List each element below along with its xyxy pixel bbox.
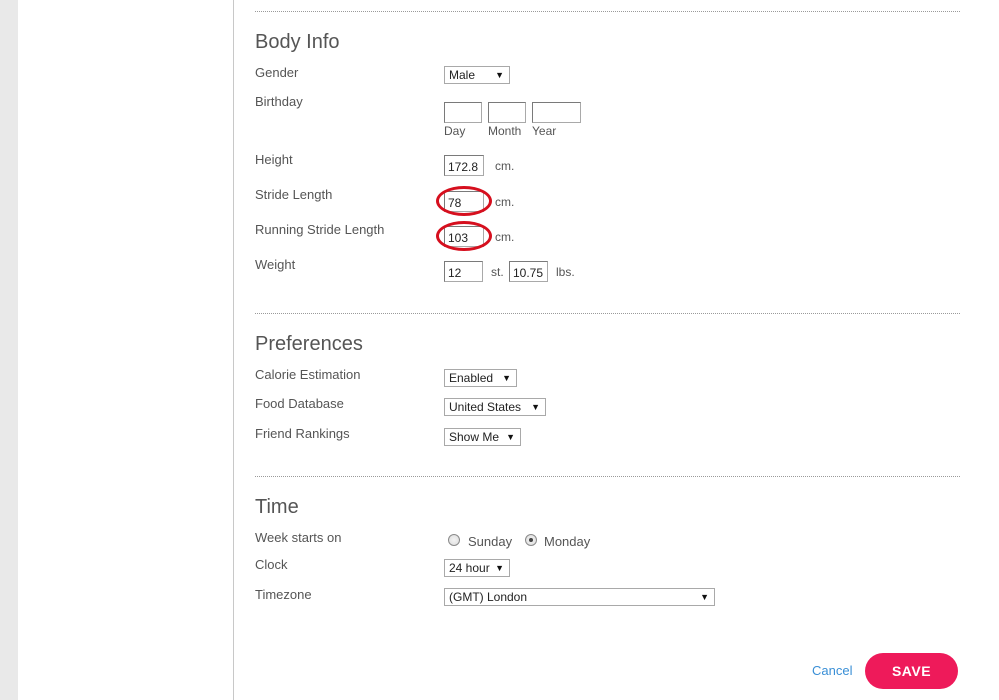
height-unit: cm. xyxy=(495,159,515,173)
dropdown-arrow-icon: ▼ xyxy=(531,402,540,412)
weight-lbs-unit: lbs. xyxy=(556,265,575,279)
stride-length-label: Stride Length xyxy=(255,187,333,202)
dropdown-arrow-icon: ▼ xyxy=(700,592,709,602)
weight-stones-unit: st. xyxy=(491,265,504,279)
preferences-title: Preferences xyxy=(255,333,363,355)
monday-radio[interactable] xyxy=(525,534,537,546)
calorie-estimation-label: Calorie Estimation xyxy=(255,367,361,382)
monday-radio-label: Monday xyxy=(544,534,591,549)
timezone-label: Timezone xyxy=(255,587,312,602)
gender-label: Gender xyxy=(255,65,299,80)
body-info-title: Body Info xyxy=(255,31,340,53)
cancel-link[interactable]: Cancel xyxy=(812,663,852,678)
food-database-value: United States xyxy=(449,400,522,414)
left-sidebar xyxy=(18,0,234,700)
food-database-select[interactable]: United States ▼ xyxy=(444,398,546,416)
gender-select[interactable]: Male ▼ xyxy=(444,66,510,84)
settings-panel: Body Info Gender Male ▼ Birthday Day Mon… xyxy=(234,0,999,700)
calorie-estimation-select[interactable]: Enabled ▼ xyxy=(444,369,517,387)
birthday-year-label: Year xyxy=(532,124,557,138)
section-divider xyxy=(255,313,960,314)
dropdown-arrow-icon: ▼ xyxy=(495,563,504,573)
sunday-radio[interactable] xyxy=(448,534,460,546)
weight-stones-input[interactable] xyxy=(444,261,483,282)
weight-lbs-input[interactable] xyxy=(509,261,548,282)
birthday-month-input[interactable] xyxy=(488,102,526,123)
dropdown-arrow-icon: ▼ xyxy=(502,373,511,383)
section-divider xyxy=(255,11,960,12)
birthday-day-input[interactable] xyxy=(444,102,482,123)
dropdown-arrow-icon: ▼ xyxy=(495,70,504,80)
sunday-radio-label: Sunday xyxy=(468,534,513,549)
running-stride-input[interactable] xyxy=(444,226,484,247)
friend-rankings-value: Show Me xyxy=(449,430,500,444)
dropdown-arrow-icon: ▼ xyxy=(506,432,515,442)
height-input[interactable] xyxy=(444,155,484,176)
birthday-label: Birthday xyxy=(255,94,303,109)
height-label: Height xyxy=(255,152,293,167)
section-divider xyxy=(255,476,960,477)
clock-select[interactable]: 24 hour ▼ xyxy=(444,559,510,577)
friend-rankings-select[interactable]: Show Me ▼ xyxy=(444,428,521,446)
week-starts-label: Week starts on xyxy=(255,530,342,545)
clock-label: Clock xyxy=(255,557,288,572)
gender-select-value: Male xyxy=(449,68,476,82)
birthday-year-input[interactable] xyxy=(532,102,581,123)
birthday-day-label: Day xyxy=(444,124,466,138)
time-title: Time xyxy=(255,496,299,518)
timezone-select[interactable]: (GMT) London ▼ xyxy=(444,588,715,606)
save-button[interactable]: SAVE xyxy=(865,653,958,689)
stride-length-input[interactable] xyxy=(444,191,484,212)
running-stride-unit: cm. xyxy=(495,230,515,244)
clock-select-value: 24 hour xyxy=(449,561,490,575)
running-stride-label: Running Stride Length xyxy=(255,222,385,237)
friend-rankings-label: Friend Rankings xyxy=(255,426,350,441)
food-database-label: Food Database xyxy=(255,396,344,411)
timezone-select-value: (GMT) London xyxy=(449,590,528,604)
stride-length-unit: cm. xyxy=(495,195,515,209)
calorie-estimation-value: Enabled xyxy=(449,371,494,385)
weight-label: Weight xyxy=(255,257,296,272)
birthday-month-label: Month xyxy=(488,124,522,138)
